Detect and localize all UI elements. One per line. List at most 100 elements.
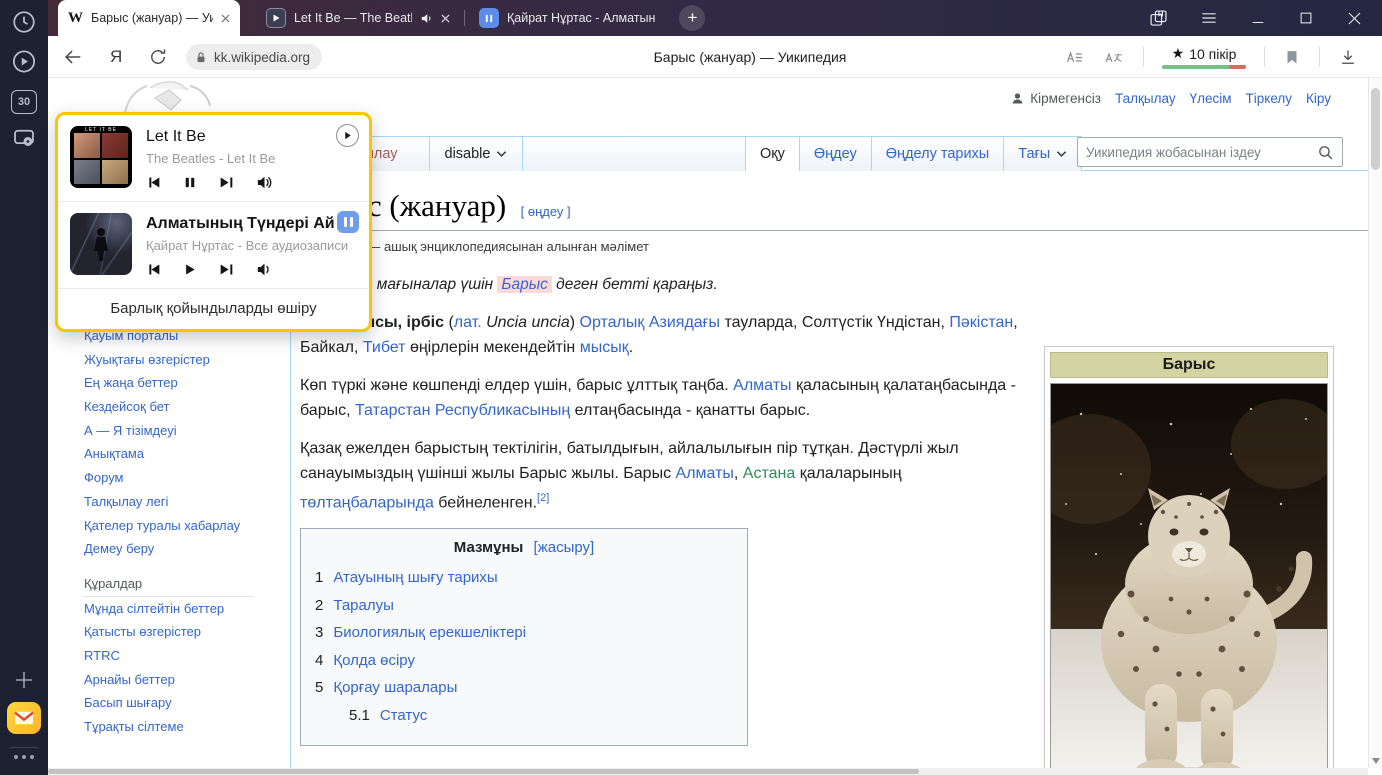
personal-link[interactable]: Талқылау — [1115, 91, 1176, 106]
window-controls — [1148, 8, 1382, 29]
volume-icon[interactable] — [256, 262, 273, 277]
calendar-30-icon[interactable]: 30 — [11, 90, 37, 114]
add-panel-icon[interactable] — [12, 668, 36, 692]
sidebar-link[interactable]: RTRC — [84, 648, 284, 665]
toc-toggle[interactable]: [жасыру] — [534, 539, 595, 556]
personal-link[interactable]: Тіркелу — [1246, 91, 1293, 106]
next-track-icon[interactable] — [219, 262, 234, 277]
history-clock-icon[interactable] — [11, 9, 37, 35]
site-rating[interactable]: ★ 10 пікір — [1162, 45, 1246, 69]
edit-section-link[interactable]: [ өңдеу ] — [521, 204, 571, 219]
maximize-icon[interactable] — [1297, 9, 1315, 27]
volume-icon[interactable] — [256, 175, 273, 190]
video-player-icon[interactable] — [11, 48, 38, 75]
pause-icon[interactable] — [183, 175, 197, 190]
sidebar-link[interactable]: Басып шығару — [84, 695, 284, 712]
sidebar-link[interactable]: Мұнда сілтейтін беттер — [84, 601, 284, 618]
sidebar-link[interactable]: Жуықтағы өзгерістер — [84, 352, 284, 369]
bookmark-icon[interactable] — [1283, 48, 1301, 67]
sidebar-link[interactable]: Демеу беру — [84, 541, 284, 558]
toc-link[interactable]: Биологиялық ерекшеліктері — [333, 619, 526, 647]
browser-sidebar: 30 — [0, 0, 48, 775]
yandex-logo[interactable]: Я — [110, 47, 122, 67]
sidebar-link[interactable]: Ең жаңа беттер — [84, 375, 284, 392]
side-panels-icon[interactable] — [1148, 8, 1169, 29]
browser-window: 30 W Барыс (жануар) — Уики Let It Be — T… — [0, 0, 1382, 775]
track-row-nurtas[interactable]: Алматының Түндері Ай Қайрат Нұртас - Все… — [58, 201, 369, 288]
personal-link[interactable]: Үлесім — [1190, 91, 1232, 106]
translate-icon[interactable] — [1103, 47, 1125, 68]
scrollbar-thumb[interactable] — [1371, 88, 1380, 170]
play-icon[interactable] — [183, 262, 197, 277]
close-tab-icon[interactable] — [221, 14, 230, 23]
toc-link[interactable]: Қолда өсіру — [333, 647, 415, 675]
mute-all-tabs-button[interactable]: Барлық қойындыларды өшіру — [58, 288, 369, 329]
new-tab-button[interactable]: + — [679, 5, 705, 31]
next-track-icon[interactable] — [219, 175, 234, 190]
download-icon[interactable] — [1338, 47, 1358, 67]
toc-list: 1 Атауының шығу тарихы 2 Таралуы 3 Биоло… — [315, 564, 733, 729]
sidebar-link[interactable]: Кездейсоқ бет — [84, 399, 284, 416]
reader-mode-icon[interactable] — [1064, 47, 1085, 68]
url-pill[interactable]: kk.wikipedia.org — [186, 44, 322, 70]
personal-link[interactable]: Кіру — [1306, 91, 1331, 106]
sidebar-link[interactable]: Арнайы беттер — [84, 672, 284, 689]
screen-capture-icon[interactable] — [11, 124, 38, 151]
horizontal-scrollbar[interactable] — [48, 768, 1368, 775]
previous-track-icon[interactable] — [146, 262, 161, 277]
back-icon[interactable] — [62, 46, 84, 68]
toc-link[interactable]: Статус — [380, 702, 427, 730]
divider — [1264, 47, 1265, 67]
wiki-search[interactable] — [1077, 137, 1343, 167]
tab-gadget-disable[interactable]: disable — [429, 136, 523, 171]
toc-row: 3 Биологиялық ерекшеліктері — [315, 619, 733, 647]
tab-audio-icon[interactable] — [420, 13, 433, 24]
scrollbar-thumb[interactable] — [48, 769, 919, 774]
go-to-tab-play-badge[interactable] — [336, 124, 359, 147]
chevron-down-icon — [1056, 150, 1067, 158]
toc-header: Мазмұны [жасыру] — [315, 539, 733, 556]
toc-number: 4 — [315, 647, 323, 675]
search-input[interactable] — [1086, 145, 1317, 160]
scroll-down-arrow[interactable] — [1372, 758, 1380, 764]
playing-pause-badge[interactable] — [337, 211, 359, 233]
toc-row: 4 Қолда өсіру — [315, 647, 733, 675]
sidebar-link[interactable]: Форум — [84, 470, 284, 487]
wiki-sidebar: Қауым порталыЖуықтағы өзгерістерЕң жаңа … — [84, 328, 284, 743]
wiki-tab[interactable]: Оқу — [745, 136, 800, 171]
minimize-icon[interactable] — [1249, 9, 1267, 27]
title-bar: Барыс (жануар) [ өңдеу ] — [300, 188, 1368, 231]
search-icon[interactable] — [1317, 144, 1334, 161]
snow-leopard-image — [1050, 383, 1328, 775]
sidebar-link[interactable]: Талқылау легі — [84, 494, 284, 511]
close-window-icon[interactable] — [1345, 9, 1364, 28]
browser-tab-nurtas[interactable]: Қайрат Нұртас - Алматын — [469, 0, 665, 36]
vertical-scrollbar[interactable] — [1368, 78, 1382, 768]
toc-link[interactable]: Таралуы — [333, 592, 394, 620]
browser-tab-wikipedia[interactable]: W Барыс (жануар) — Уики — [58, 0, 240, 36]
menu-icon[interactable] — [1199, 8, 1219, 28]
reload-icon[interactable] — [148, 47, 168, 67]
wiki-tab[interactable]: Тағы — [1003, 136, 1082, 171]
wiki-tab[interactable]: Өңделу тарихы — [871, 136, 1004, 171]
sidebar-link[interactable]: А — Я тізімдеуі — [84, 423, 284, 440]
toc-link[interactable]: Қорғау шаралары — [333, 674, 457, 702]
sidebar-link[interactable]: Қателер туралы хабарлау — [84, 518, 284, 535]
user-icon — [1010, 91, 1025, 106]
sidebar-link[interactable]: Анықтама — [84, 446, 284, 463]
sidebar-link[interactable]: Қатысты өзгерістер — [84, 624, 284, 641]
sidebar-link[interactable]: Тұрақты сілтеме — [84, 719, 284, 736]
track-row-letitbe[interactable]: LET IT BE Let It Be The Beatles - Let It… — [58, 115, 369, 201]
browser-tab-letitbe[interactable]: Let It Be — The Beatl — [256, 0, 460, 36]
more-options-icon[interactable] — [14, 755, 34, 759]
toc-link[interactable]: Атауының шығу тарихы — [333, 564, 497, 592]
toc-row: 1 Атауының шығу тарихы — [315, 564, 733, 592]
tab-title: Барыс (жануар) — Уики — [91, 11, 213, 25]
video-favicon — [266, 8, 286, 28]
wiki-tab[interactable]: Өңдеу — [799, 136, 872, 171]
close-tab-icon[interactable] — [441, 14, 450, 23]
wikipedia-favicon: W — [68, 10, 83, 27]
url-text: kk.wikipedia.org — [214, 50, 310, 65]
previous-track-icon[interactable] — [146, 175, 161, 190]
yandex-mail-icon[interactable] — [7, 702, 41, 734]
